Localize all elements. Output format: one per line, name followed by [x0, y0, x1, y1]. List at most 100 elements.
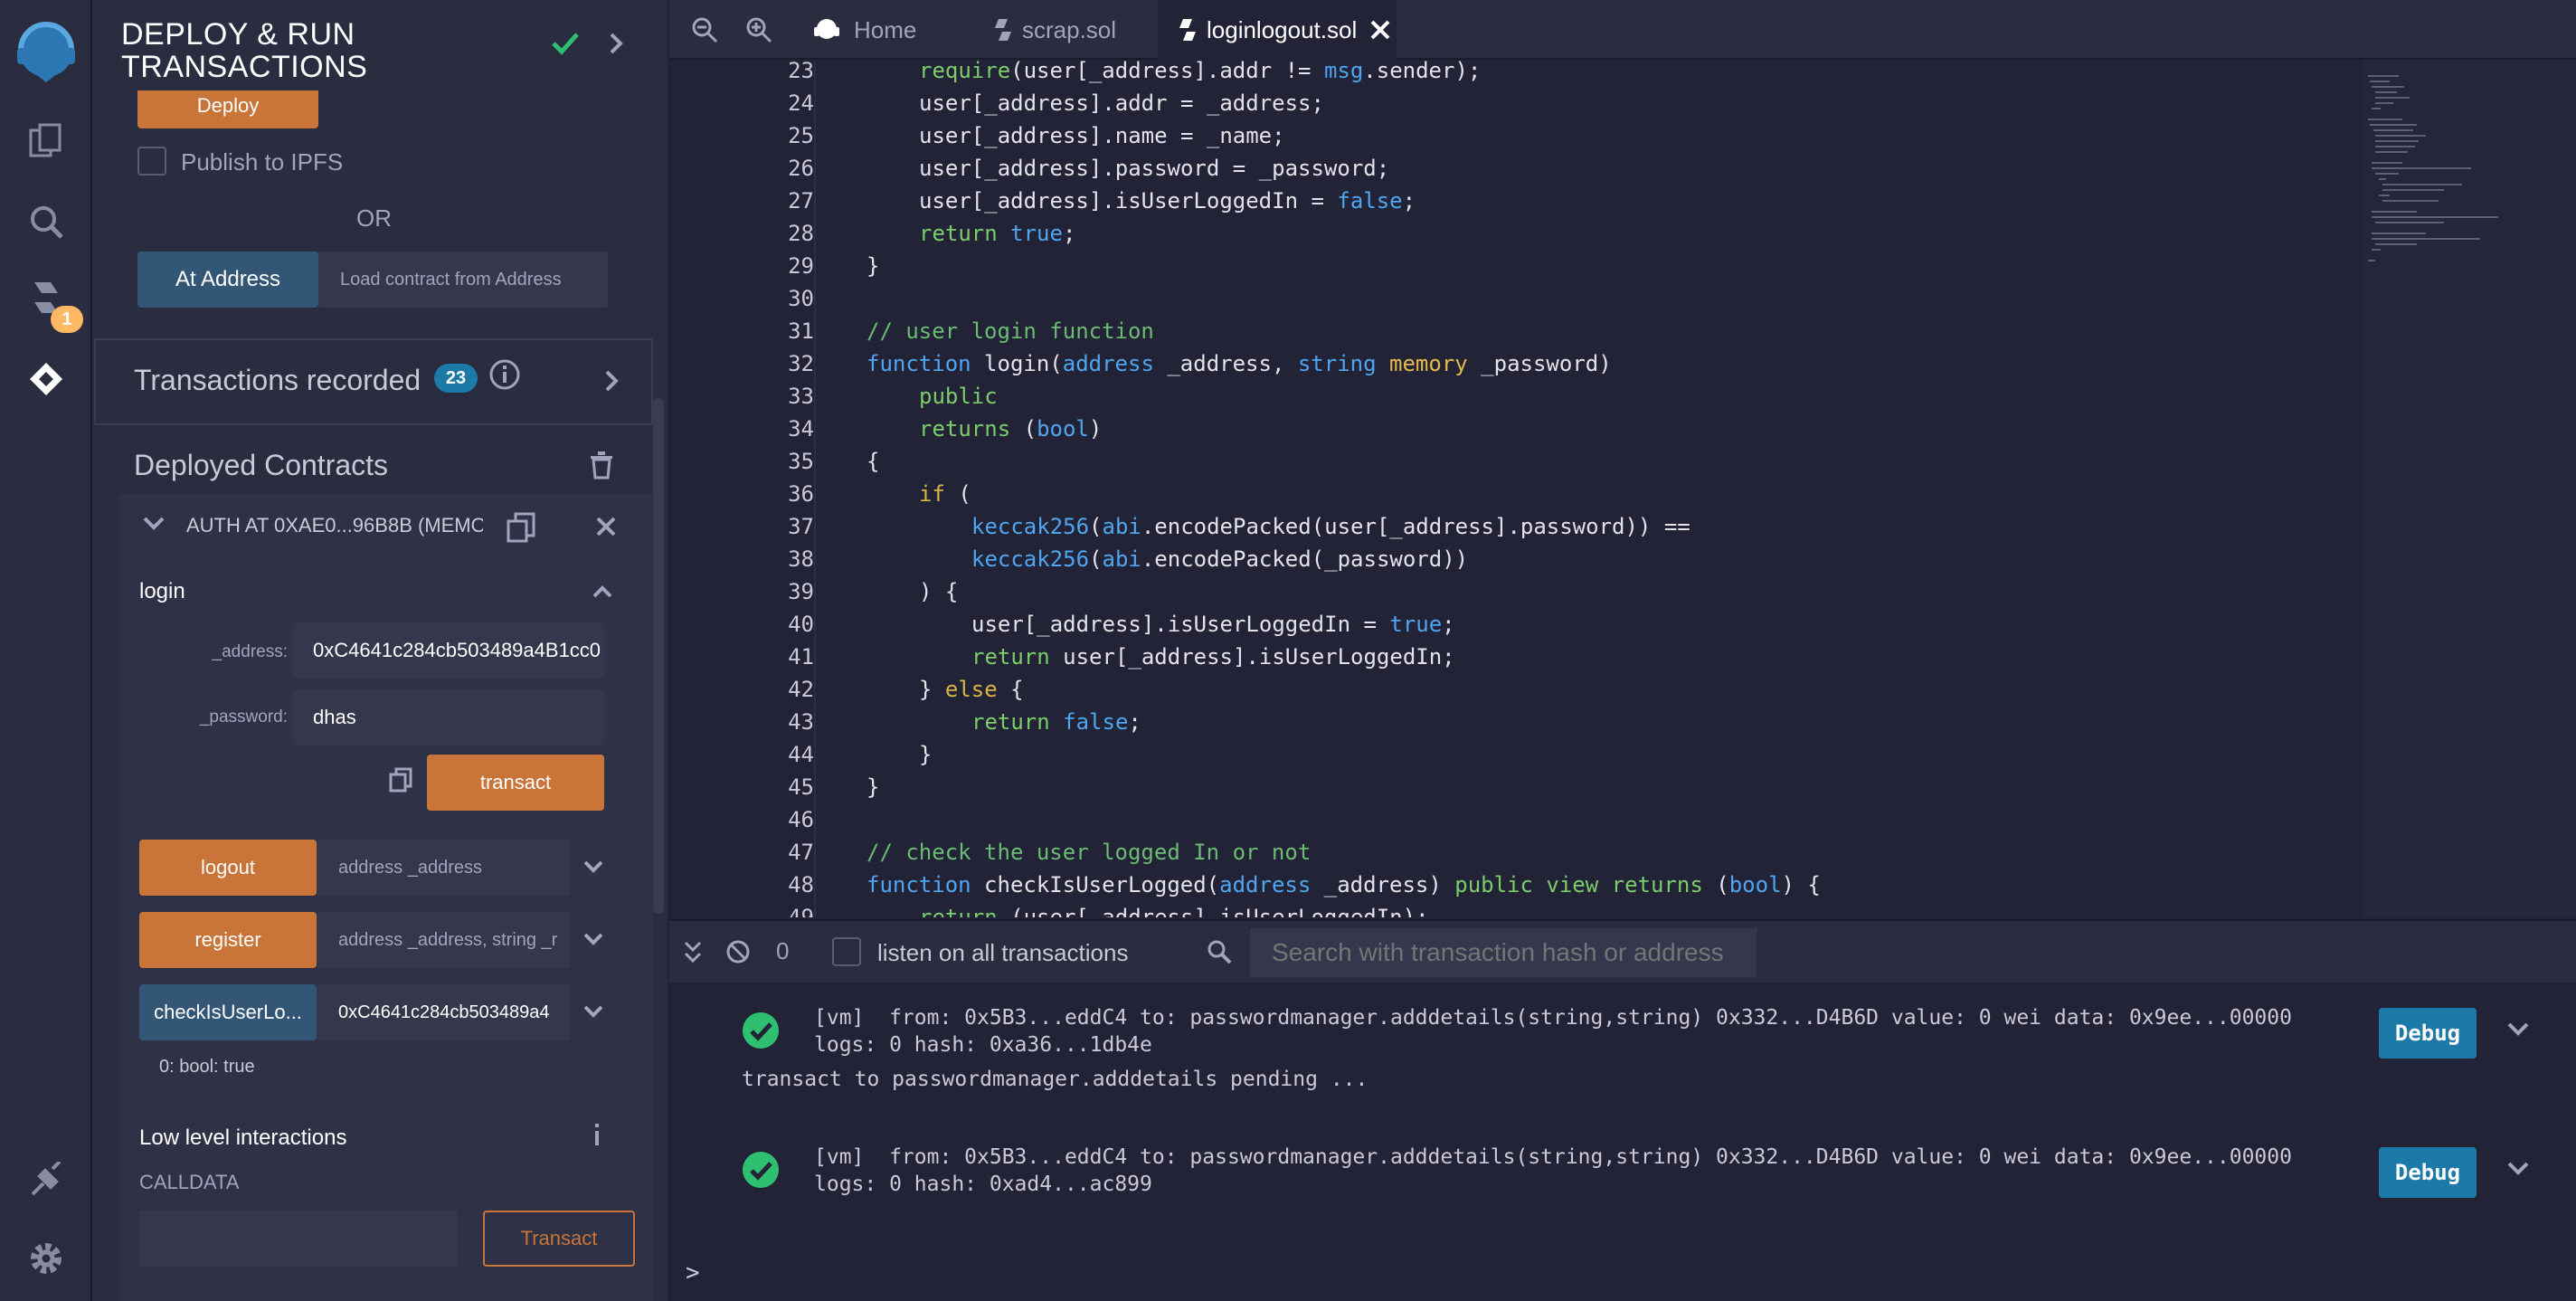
- chevron-down-icon[interactable]: [582, 1002, 604, 1025]
- address-param-label: _address:: [212, 642, 288, 661]
- at-address-button[interactable]: At Address: [137, 252, 318, 308]
- line-number: 25: [788, 123, 814, 148]
- calldata-input[interactable]: [139, 1211, 458, 1267]
- login-password-input[interactable]: dhas: [293, 689, 604, 745]
- line-number: 35: [788, 449, 814, 474]
- or-separator: OR: [356, 204, 392, 232]
- chevron-down-icon[interactable]: [141, 514, 166, 538]
- line-number: 33: [788, 384, 814, 409]
- log-entry-line: [vm] from: 0x5B3...eddC4 to: passwordman…: [814, 1006, 2292, 1030]
- line-number: 27: [788, 188, 814, 214]
- tab-scrap-sol[interactable]: scrap.sol: [973, 0, 1154, 60]
- code-line: // check the user logged In or not: [867, 840, 1312, 865]
- code-line: keccak256(abi.encodePacked(user[_address…: [971, 514, 1690, 539]
- info-icon[interactable]: [488, 358, 521, 395]
- line-number: 49: [788, 905, 814, 917]
- line-number: 47: [788, 840, 814, 865]
- success-check-icon: [742, 1011, 780, 1054]
- code-line: function login(address _address, string …: [867, 351, 1612, 376]
- code-minimap[interactable]: [2363, 60, 2576, 917]
- code-line: user[_address].password = _password;: [919, 156, 1390, 181]
- deploy-run-icon[interactable]: [20, 353, 72, 405]
- settings-gear-icon[interactable]: [20, 1232, 72, 1285]
- compiler-warning-badge: 1: [51, 306, 83, 333]
- transaction-search-input[interactable]: [1250, 928, 1757, 977]
- tab-scrap-label: scrap.sol: [1022, 15, 1117, 43]
- chevron-right-icon[interactable]: [602, 369, 620, 397]
- line-number: 37: [788, 514, 814, 539]
- check-is-user-logged-button[interactable]: checkIsUserLo...: [139, 984, 317, 1040]
- transactions-recorded-label: Transactions recorded: [134, 364, 421, 396]
- chevron-right-icon[interactable]: [606, 31, 626, 61]
- code-line: require(user[_address].addr != msg.sende…: [919, 60, 1482, 83]
- login-transact-button[interactable]: transact: [427, 755, 604, 811]
- transactions-recorded-card[interactable]: Transactions recorded 23: [94, 338, 653, 425]
- code-line: {: [867, 449, 880, 474]
- line-number: 32: [788, 351, 814, 376]
- code-line: ) {: [919, 579, 959, 604]
- tab-loginlogout-label: loginlogout.sol: [1207, 15, 1358, 43]
- info-icon[interactable]: [590, 1122, 604, 1152]
- home-icon: [812, 16, 841, 43]
- code-line: return user[_address].isUserLoggedIn;: [971, 644, 1455, 669]
- code-line: function checkIsUserLogged(address _addr…: [867, 872, 1821, 897]
- chevron-down-icon[interactable]: [2505, 1160, 2531, 1182]
- close-tab-icon[interactable]: [1369, 19, 1391, 41]
- chevron-up-icon[interactable]: [592, 583, 613, 605]
- call-result: 0: bool: true: [159, 1057, 255, 1077]
- code-line: }: [919, 742, 933, 767]
- line-number: 44: [788, 742, 814, 767]
- chevron-down-icon[interactable]: [582, 930, 604, 953]
- code-editor[interactable]: 23 24 25 26 27 28 29 30 31 32 33 34 35 3…: [669, 60, 2576, 917]
- code-line: if (: [919, 481, 971, 507]
- transactions-count-badge: 23: [434, 364, 478, 393]
- panel-scrollbar[interactable]: [653, 398, 664, 914]
- zoom-out-icon[interactable]: [691, 0, 718, 60]
- zoom-in-icon[interactable]: [745, 0, 772, 60]
- code-lines[interactable]: require(user[_address].addr != msg.sende…: [814, 60, 2361, 917]
- contract-instance-name: AUTH AT 0XAE0...96B8B (MEMORY): [186, 514, 483, 537]
- deploy-run-panel: DEPLOY & RUN TRANSACTIONS Deploy Publish…: [92, 0, 668, 1301]
- close-icon[interactable]: [595, 516, 617, 542]
- code-line: user[_address].addr = _address;: [919, 90, 1324, 116]
- code-line: public: [919, 384, 998, 409]
- terminal-toolbar: 0 listen on all transactions: [669, 919, 2576, 983]
- clear-console-icon[interactable]: [725, 939, 751, 969]
- check-is-user-logged-input[interactable]: 0xC4641c284cb503489a4: [317, 984, 570, 1040]
- chevron-down-icon[interactable]: [2505, 1021, 2531, 1043]
- copy-icon[interactable]: [507, 512, 535, 547]
- deployed-contract-instance: AUTH AT 0XAE0...96B8B (MEMORY) login _ad…: [119, 494, 653, 1301]
- low-level-transact-button[interactable]: Transact: [483, 1211, 635, 1267]
- publish-ipfs-checkbox[interactable]: [137, 147, 166, 176]
- register-param-input[interactable]: address _address, string _r: [317, 912, 570, 968]
- tab-home[interactable]: Home: [801, 0, 955, 60]
- trash-icon[interactable]: [588, 451, 615, 484]
- terminal-prompt[interactable]: >: [686, 1259, 700, 1287]
- collapse-terminal-icon[interactable]: [682, 939, 704, 971]
- debug-button[interactable]: Debug: [2379, 1008, 2477, 1059]
- editor-tab-bar: Home scrap.sol loginlogout.sol: [669, 0, 2576, 60]
- copy-calldata-icon[interactable]: [389, 767, 412, 797]
- code-line: // user login function: [867, 318, 1154, 344]
- login-address-input[interactable]: 0xC4641c284cb503489a4B1cc0: [293, 622, 604, 679]
- file-explorer-icon[interactable]: [20, 114, 72, 166]
- terminal-output: [vm] from: 0x5B3...eddC4 to: passwordman…: [669, 983, 2576, 1301]
- line-number: 39: [788, 579, 814, 604]
- line-number: 30: [788, 286, 814, 311]
- remix-logo-icon[interactable]: [7, 13, 85, 90]
- register-button[interactable]: register: [139, 912, 317, 968]
- code-line: user[_address].isUserLoggedIn = false;: [919, 188, 1416, 214]
- plugin-manager-icon[interactable]: [20, 1154, 72, 1207]
- debug-button[interactable]: Debug: [2379, 1147, 2477, 1198]
- code-line: return true;: [919, 221, 1076, 246]
- listen-all-checkbox[interactable]: [832, 937, 861, 966]
- chevron-down-icon[interactable]: [582, 858, 604, 880]
- code-line: return false;: [971, 709, 1141, 735]
- at-address-input[interactable]: Load contract from Address: [318, 252, 608, 308]
- search-icon[interactable]: [20, 195, 72, 248]
- logout-param-input[interactable]: address _address: [317, 840, 570, 896]
- line-number: 45: [788, 774, 814, 800]
- line-number: 34: [788, 416, 814, 442]
- logout-button[interactable]: logout: [139, 840, 317, 896]
- tab-loginlogout-sol[interactable]: loginlogout.sol: [1158, 0, 1397, 60]
